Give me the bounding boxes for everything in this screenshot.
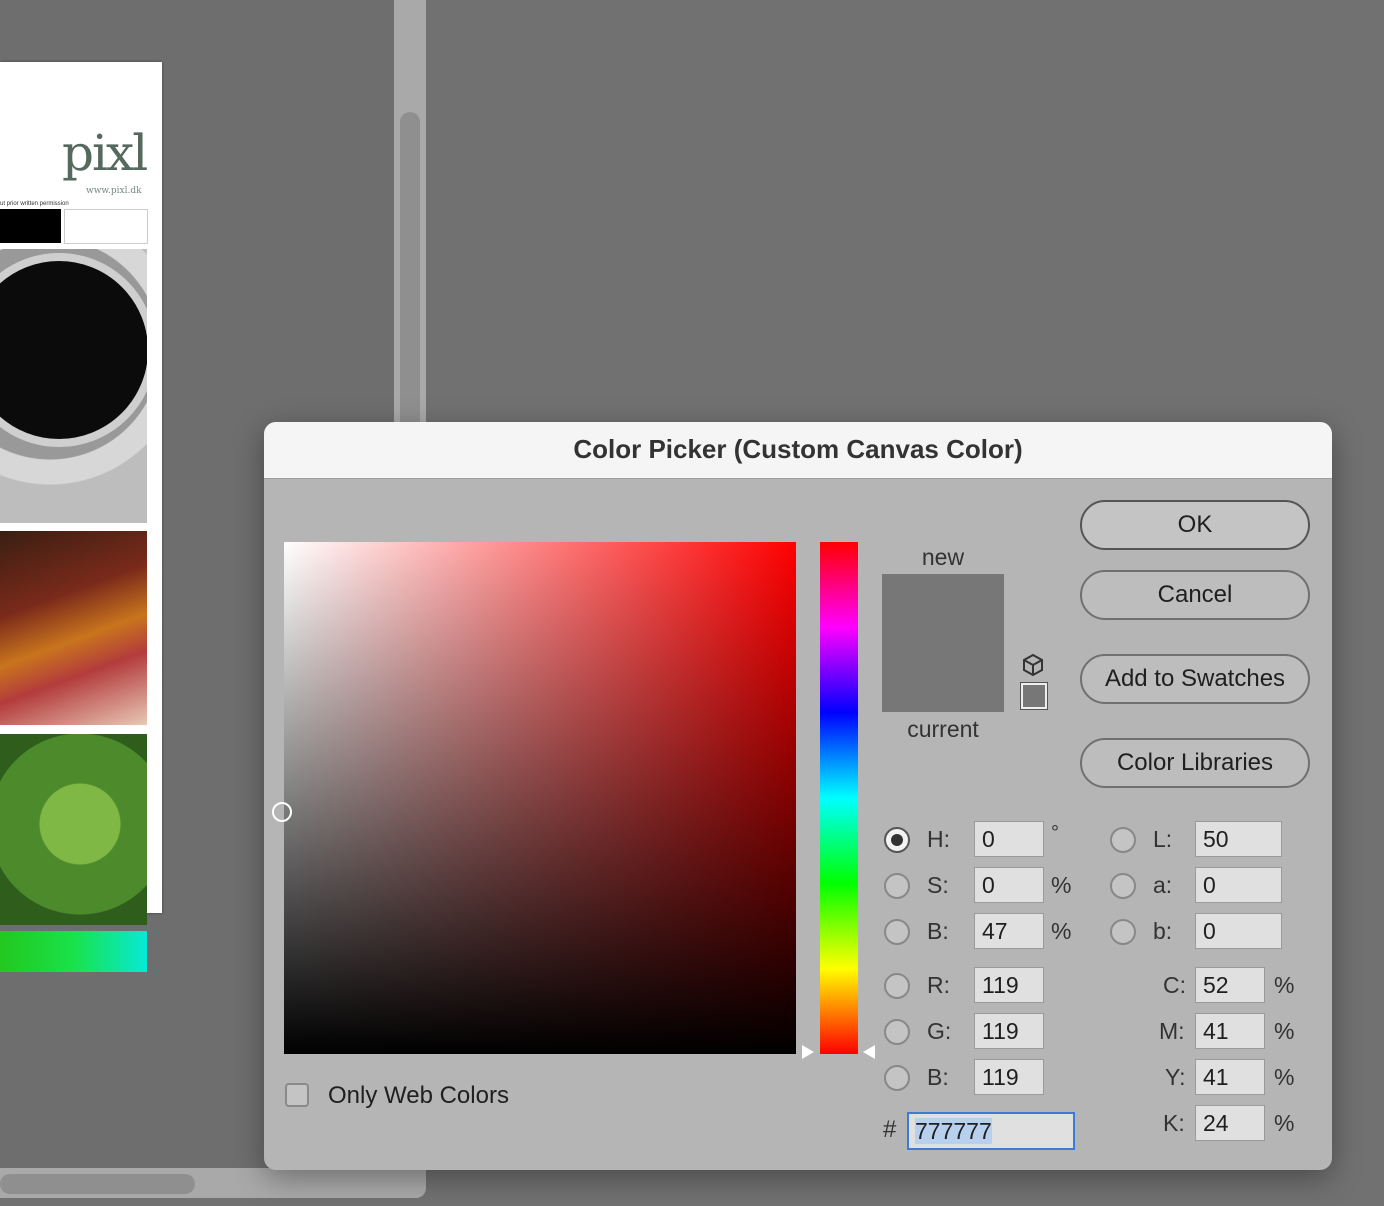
white-swatch — [64, 209, 148, 244]
radio-a-channel[interactable] — [1110, 873, 1136, 899]
b-channel-input[interactable]: 0 — [1195, 913, 1282, 949]
saturation-label: S: — [927, 872, 949, 898]
a-channel-input[interactable]: 0 — [1195, 867, 1282, 903]
red-label: R: — [927, 972, 950, 998]
yellow-label: Y: — [1165, 1064, 1186, 1090]
ok-button[interactable]: OK — [1080, 500, 1310, 550]
cube-icon[interactable] — [1020, 652, 1046, 678]
new-color-swatch — [882, 574, 1004, 642]
brightness-input[interactable]: 47 — [974, 913, 1044, 949]
color-field[interactable] — [272, 542, 796, 1054]
percent-unit: % — [1274, 972, 1295, 998]
radio-blue[interactable] — [884, 1065, 910, 1091]
percent-unit: % — [1051, 872, 1072, 898]
cyan-input[interactable]: 52 — [1195, 967, 1265, 1003]
radio-lightness[interactable] — [1110, 827, 1136, 853]
magenta-input[interactable]: 41 — [1195, 1013, 1265, 1049]
dialog-title: Color Picker (Custom Canvas Color) — [573, 434, 1023, 464]
watch-image — [0, 249, 147, 523]
black-swatch — [0, 209, 61, 243]
b-channel-label: b: — [1153, 918, 1173, 944]
radio-red[interactable] — [884, 973, 910, 999]
title-bar: Color Picker (Custom Canvas Color) — [264, 422, 1332, 479]
hue-slider[interactable] — [820, 542, 858, 1054]
watch-dial — [0, 253, 147, 447]
blue-input[interactable]: 119 — [974, 1059, 1044, 1095]
percent-unit: % — [1274, 1064, 1295, 1090]
hex-hash-label: # — [883, 1116, 897, 1143]
color-libraries-button[interactable]: Color Libraries — [1080, 738, 1310, 788]
percent-unit: % — [1051, 918, 1072, 944]
green-gradient-strip — [0, 931, 147, 972]
logo-url: www.pixl.dk — [86, 186, 142, 196]
black-label: K: — [1163, 1110, 1185, 1136]
red-input[interactable]: 119 — [974, 967, 1044, 1003]
percent-unit: % — [1274, 1018, 1295, 1044]
lightness-label: L: — [1153, 826, 1173, 852]
green-label: G: — [927, 1018, 952, 1044]
only-web-colors-checkbox[interactable] — [285, 1083, 309, 1107]
horizontal-scrollbar-thumb[interactable] — [0, 1174, 195, 1194]
color-picker-dialog: Color Picker (Custom Canvas Color) new c… — [264, 422, 1332, 1170]
web-safe-square-icon[interactable] — [1020, 682, 1048, 710]
lightness-input[interactable]: 50 — [1195, 821, 1282, 857]
blue-label: B: — [927, 1064, 949, 1090]
hex-value: 777777 — [915, 1118, 992, 1144]
black-input[interactable]: 24 — [1195, 1105, 1265, 1141]
hue-slider-arrow-left[interactable] — [802, 1045, 814, 1059]
hue-input[interactable]: 0 — [974, 821, 1044, 857]
saturation-input[interactable]: 0 — [974, 867, 1044, 903]
current-label: current — [907, 716, 979, 742]
current-color-swatch[interactable] — [882, 642, 1004, 712]
park-aerial-image — [0, 734, 147, 925]
radio-green[interactable] — [884, 1019, 910, 1045]
hue-label: H: — [927, 826, 950, 852]
hue-slider-arrow-right[interactable] — [863, 1045, 875, 1059]
cyan-label: C: — [1163, 972, 1186, 998]
only-web-colors-label[interactable]: Only Web Colors — [328, 1082, 509, 1110]
brightness-label: B: — [927, 918, 949, 944]
color-field-marker[interactable] — [272, 802, 292, 822]
food-wine-image — [0, 531, 147, 725]
radio-brightness[interactable] — [884, 919, 910, 945]
magenta-label: M: — [1159, 1018, 1185, 1044]
yellow-input[interactable]: 41 — [1195, 1059, 1265, 1095]
pixl-logo: pixl — [62, 124, 148, 182]
percent-unit: % — [1274, 1110, 1295, 1136]
cancel-button[interactable]: Cancel — [1080, 570, 1310, 620]
radio-b-channel[interactable] — [1110, 919, 1136, 945]
green-input[interactable]: 119 — [974, 1013, 1044, 1049]
radio-hue[interactable] — [884, 827, 910, 853]
degree-unit: ° — [1051, 822, 1059, 844]
a-channel-label: a: — [1153, 872, 1173, 898]
radio-saturation[interactable] — [884, 873, 910, 899]
add-to-swatches-button[interactable]: Add to Swatches — [1080, 654, 1310, 704]
permission-text: ut prior written permission — [0, 201, 69, 207]
new-label: new — [921, 544, 965, 570]
document-page: pixl www.pixl.dk ut prior written permis… — [0, 62, 162, 972]
hex-input[interactable]: 777777 — [907, 1112, 1075, 1150]
